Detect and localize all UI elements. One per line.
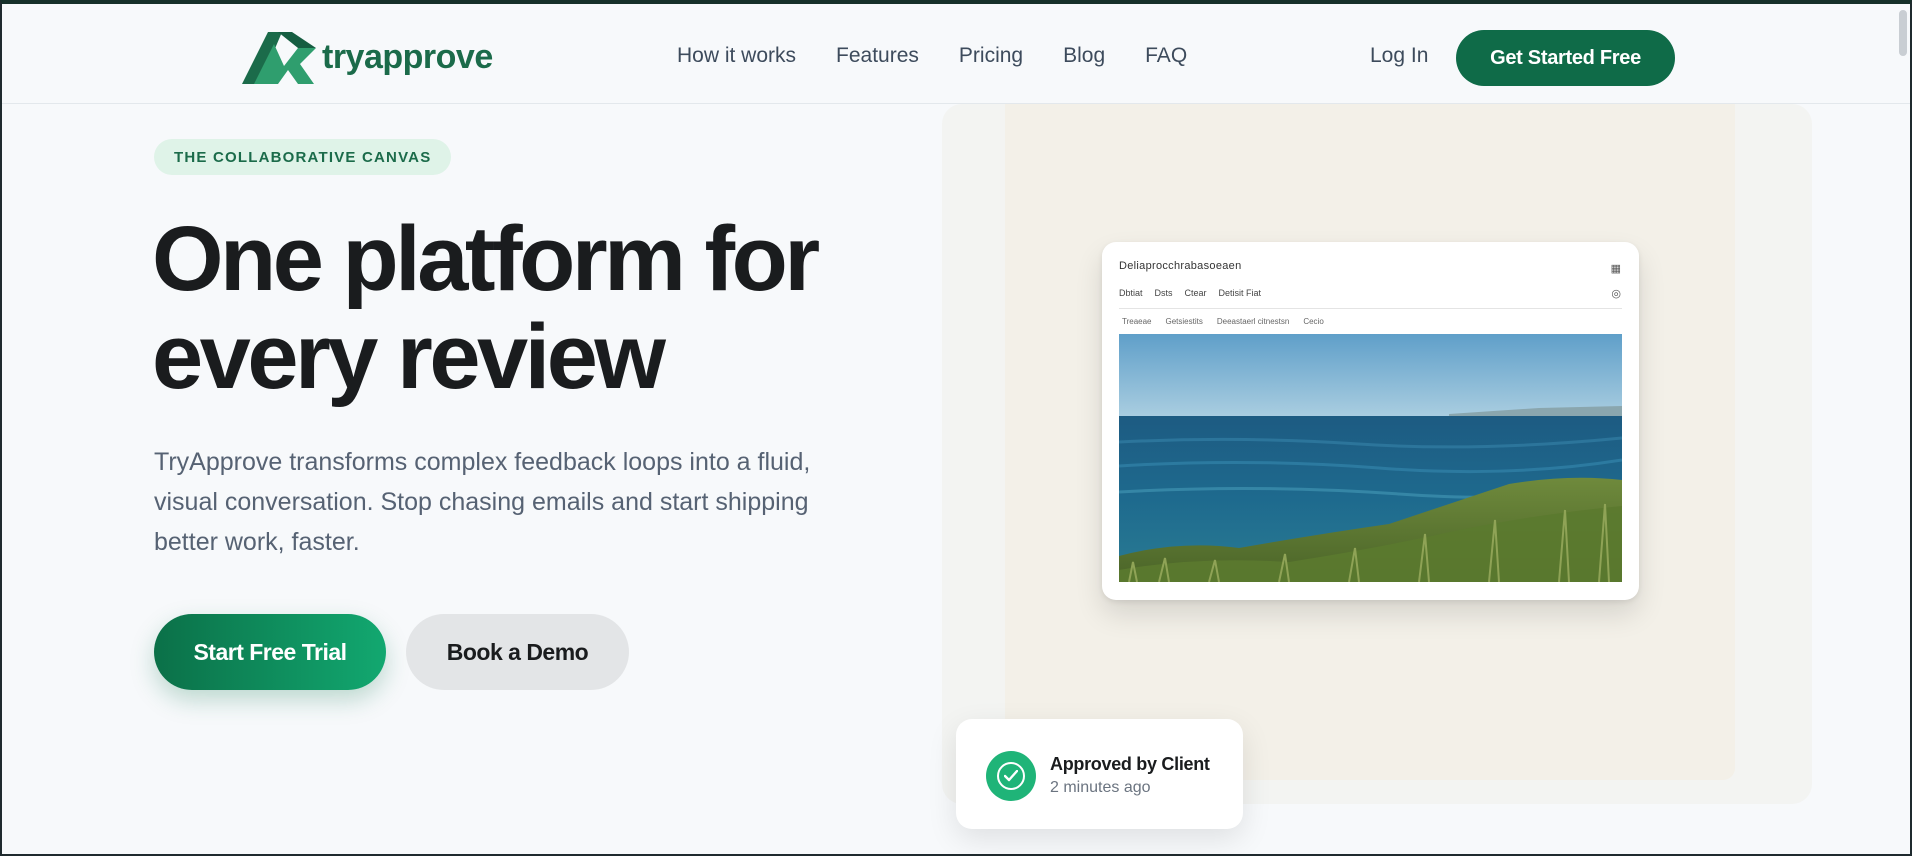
- headline-line-2: every review: [152, 306, 666, 408]
- site-header: tryapprove How it works Features Pricing…: [2, 4, 1910, 104]
- ocean-image: [1119, 334, 1622, 582]
- headline-line-1: One platform for: [152, 208, 820, 310]
- help-icon: ◎: [1611, 288, 1621, 300]
- logo-mark-icon: [242, 32, 316, 84]
- preview-menu-item: Dbtiat: [1119, 288, 1143, 298]
- preview-tabs: Treaeae Getsiestits Deeastaerl citnestsn…: [1122, 317, 1324, 326]
- eyebrow-badge: THE COLLABORATIVE CANVAS: [154, 139, 452, 175]
- preview-menu-item: Ctear: [1184, 288, 1207, 298]
- nav-blog[interactable]: Blog: [1063, 44, 1105, 68]
- divider: [1119, 308, 1622, 309]
- check-circle-icon: [986, 751, 1036, 801]
- nav-how-it-works[interactable]: How it works: [677, 44, 796, 68]
- toast-timestamp: 2 minutes ago: [1050, 779, 1151, 796]
- preview-menu-item: Dsts: [1154, 288, 1173, 298]
- logo[interactable]: tryapprove: [238, 26, 493, 88]
- login-link[interactable]: Log In: [1370, 44, 1428, 68]
- grid-icon: ▦: [1610, 263, 1621, 275]
- nav-features[interactable]: Features: [836, 44, 919, 68]
- preview-window: Deliaprocchrabasoeaen ▦ Dbtiat Dsts Ctea…: [1102, 242, 1639, 600]
- start-free-trial-button[interactable]: Start Free Trial: [154, 614, 386, 690]
- main-nav: How it works Features Pricing Blog FAQ: [677, 44, 1227, 68]
- preview-tab: Treaeae: [1122, 317, 1152, 326]
- preview-tab: Getsiestits: [1165, 317, 1203, 326]
- scrollbar-thumb[interactable]: [1899, 10, 1907, 56]
- preview-window-title: Deliaprocchrabasoeaen: [1119, 260, 1242, 272]
- book-demo-button[interactable]: Book a Demo: [406, 614, 629, 690]
- nav-faq[interactable]: FAQ: [1145, 44, 1187, 68]
- toast-title: Approved by Client: [1050, 754, 1210, 774]
- coastline-photo: [1119, 334, 1622, 582]
- preview-menu: Dbtiat Dsts Ctear Detisit Fiat: [1119, 288, 1261, 298]
- get-started-button[interactable]: Get Started Free: [1456, 30, 1675, 86]
- preview-tab: Deeastaerl citnestsn: [1216, 317, 1290, 326]
- preview-menu-item: Detisit Fiat: [1218, 288, 1262, 298]
- hero-headline: One platform for every review: [152, 210, 912, 406]
- logo-text: tryapprove: [322, 37, 493, 76]
- hero-subtext: TryApprove transforms complex feedback l…: [154, 448, 811, 556]
- nav-pricing[interactable]: Pricing: [959, 44, 1023, 68]
- preview-tab: Cecio: [1303, 317, 1324, 326]
- page-frame: tryapprove How it works Features Pricing…: [0, 0, 1912, 856]
- approval-toast: Approved by Client 2 minutes ago: [956, 719, 1243, 829]
